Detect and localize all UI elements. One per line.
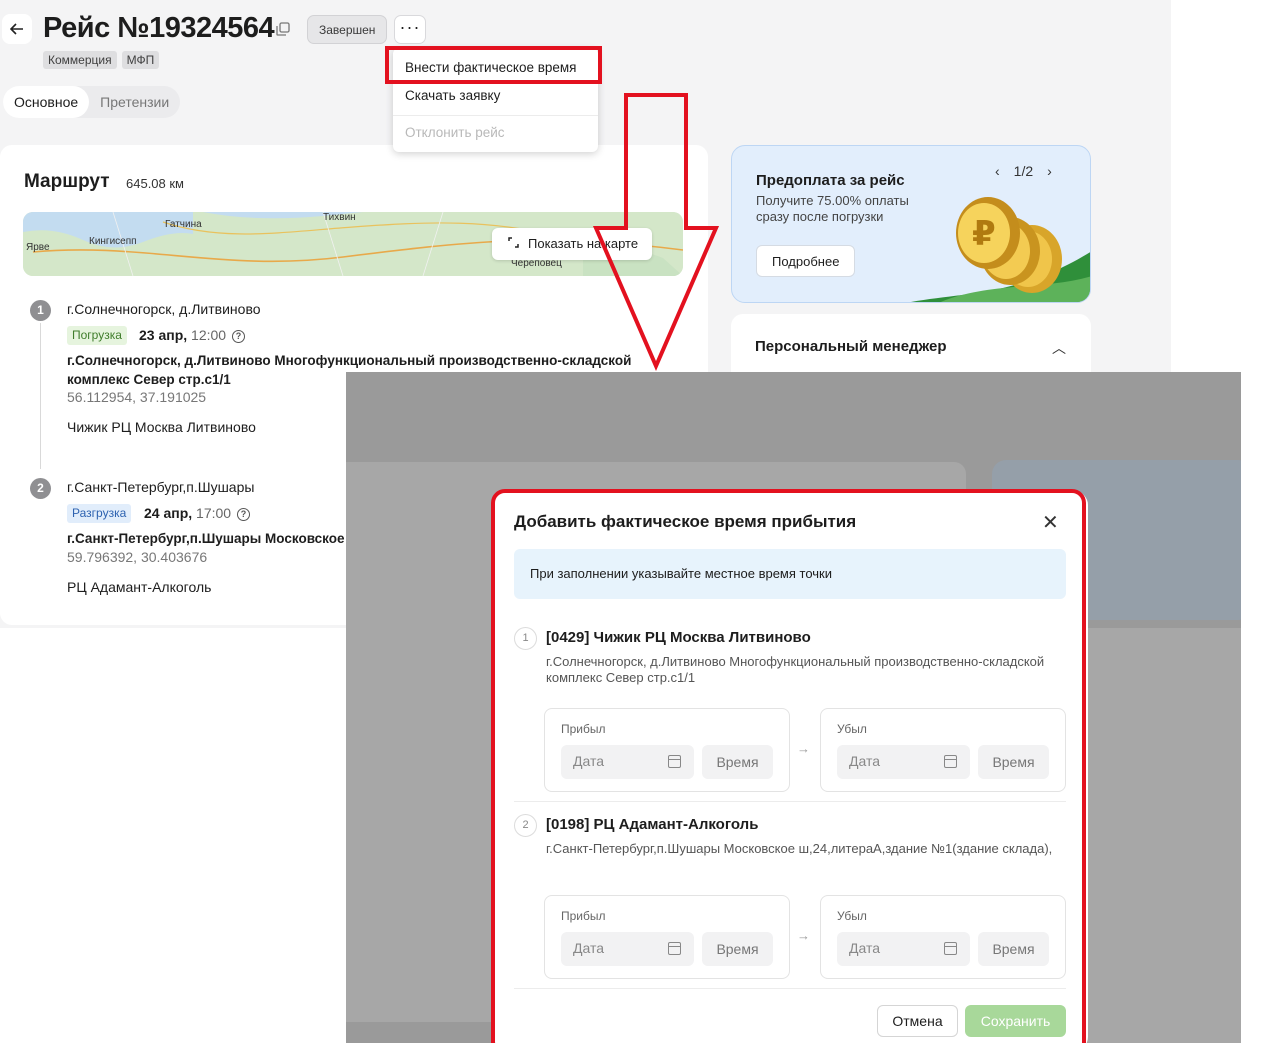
route-map[interactable]: Тихвин Гатчина Кингисепп Ярве Череповец … — [23, 212, 683, 276]
back-button[interactable] — [2, 14, 32, 44]
footer-divider — [514, 988, 1066, 989]
route-title: Маршрут — [24, 171, 110, 192]
calendar-icon — [944, 942, 957, 955]
svg-text:₽: ₽ — [972, 214, 996, 254]
route-point-coords: 56.112954, 37.191025 — [67, 389, 207, 405]
arrived-time-input[interactable]: Время — [702, 932, 773, 966]
route-point-city: г.Санкт-Петербург,п.Шушары — [67, 479, 255, 495]
modal-point-name: [0429] Чижик РЦ Москва Литвиново — [546, 629, 811, 646]
show-on-map-label: Показать на карте — [528, 236, 639, 251]
unloading-badge: Разгрузка — [67, 504, 132, 523]
expand-icon — [508, 237, 519, 248]
menu-item-reject-trip[interactable]: Отклонить рейс — [405, 125, 505, 140]
arrived-time-input[interactable]: Время — [702, 745, 773, 779]
departed-group: Убыл Дата Время — [820, 708, 1066, 792]
departed-label: Убыл — [837, 722, 867, 736]
route-point-number: 1 — [30, 300, 51, 321]
show-on-map-button[interactable]: Показать на карте — [492, 228, 653, 260]
route-point-name: РЦ Адамант-Алкоголь — [67, 579, 212, 595]
arrow-left-icon — [10, 23, 23, 35]
calendar-icon — [668, 755, 681, 768]
arrived-date-input[interactable]: Дата — [561, 745, 694, 779]
actual-time-modal: Добавить фактическое время прибытия ✕ Пр… — [494, 491, 1088, 1043]
route-line — [40, 323, 41, 469]
tab-main[interactable]: Основное — [3, 86, 90, 118]
route-point-date: 23 апр, 12:00 — [139, 327, 226, 343]
departed-time-input[interactable]: Время — [978, 932, 1049, 966]
save-button[interactable]: Сохранить — [965, 1005, 1066, 1037]
departed-time-input[interactable]: Время — [978, 745, 1049, 779]
close-icon[interactable]: ✕ — [1042, 513, 1059, 533]
date-placeholder: Дата — [573, 940, 605, 956]
tag-mfp: МФП — [121, 51, 160, 69]
arrived-date-input[interactable]: Дата — [561, 932, 694, 966]
map-label: Гатчина — [165, 219, 202, 230]
info-banner: При заполнении указывайте местное время … — [514, 549, 1066, 599]
cancel-button[interactable]: Отмена — [877, 1005, 958, 1037]
status-badge: Завершен — [307, 15, 388, 44]
help-icon[interactable]: ? — [232, 330, 245, 343]
modal-point-address: г.Санкт-Петербург,п.Шушары Московское ш,… — [546, 841, 1053, 856]
map-label: Ярве — [26, 242, 50, 253]
arrived-group: Прибыл Дата Время — [544, 708, 790, 792]
route-point-number: 2 — [30, 478, 51, 499]
tag-commerce: Коммерция — [43, 51, 117, 69]
arrow-right-icon: → — [797, 928, 810, 943]
route-distance: 645.08 км — [126, 176, 184, 191]
manager-title: Персональный менеджер — [755, 338, 947, 355]
route-point-city: г.Солнечногорск, д.Литвиново — [67, 301, 261, 317]
date: 23 апр, — [139, 327, 188, 343]
map-label: Кингисепп — [89, 236, 137, 247]
route-point-coords: 59.796392, 30.403676 — [67, 549, 208, 565]
route-point-address: г.Санкт-Петербург,п.Шушары Московское — [67, 531, 345, 546]
departed-group: Убыл Дата Время — [820, 895, 1066, 979]
calendar-icon — [944, 755, 957, 768]
modal-point-number: 1 — [514, 627, 537, 650]
date-placeholder: Дата — [849, 753, 881, 769]
arrow-right-icon: → — [797, 741, 810, 756]
menu-item-download-request[interactable]: Скачать заявку — [405, 88, 500, 103]
chevron-up-icon[interactable]: ︿ — [1052, 338, 1066, 358]
tab-claims[interactable]: Претензии — [89, 86, 180, 118]
modal-point-number: 2 — [514, 814, 537, 837]
tags: Коммерция МФП — [43, 51, 160, 69]
date: 24 апр, — [144, 505, 193, 521]
departed-date-input[interactable]: Дата — [837, 745, 970, 779]
more-button[interactable]: ··· — [394, 15, 426, 44]
route-point-name: Чижик РЦ Москва Литвиново — [67, 419, 256, 435]
promo-pager: ‹ 1/2 › — [995, 163, 1052, 179]
copy-icon[interactable] — [276, 22, 290, 36]
modal-point-name: [0198] РЦ Адамант-Алкоголь — [546, 816, 759, 833]
route-point-date: 24 апр, 17:00 — [144, 505, 231, 521]
more-details-button[interactable]: Подробнее — [756, 245, 856, 277]
coins-illustration: ₽ — [911, 197, 1090, 302]
chevron-right-icon[interactable]: › — [1047, 163, 1052, 179]
page-title: Рейс №19324564 — [43, 12, 275, 44]
calendar-icon — [668, 942, 681, 955]
chevron-left-icon[interactable]: ‹ — [995, 163, 1000, 179]
point-divider — [514, 801, 1066, 802]
arrived-group: Прибыл Дата Время — [544, 895, 790, 979]
arrived-label: Прибыл — [561, 722, 606, 736]
tabs: Основное Претензии — [3, 86, 181, 118]
arrived-label: Прибыл — [561, 909, 606, 923]
time: 17:00 — [196, 505, 232, 521]
departed-label: Убыл — [837, 909, 867, 923]
departed-date-input[interactable]: Дата — [837, 932, 970, 966]
menu-divider — [393, 115, 598, 116]
map-label: Тихвин — [323, 212, 356, 223]
time: 12:00 — [191, 327, 227, 343]
help-icon[interactable]: ? — [237, 508, 250, 521]
date-placeholder: Дата — [573, 753, 605, 769]
menu-item-highlight — [385, 46, 602, 84]
promo-title: Предоплата за рейс — [756, 172, 905, 189]
modal-point-address: г.Солнечногорск, д.Литвиново Многофункци… — [546, 654, 1045, 685]
prepayment-promo-card: Предоплата за рейс Получите 75.00% оплат… — [731, 145, 1091, 303]
modal-title: Добавить фактическое время прибытия — [514, 512, 857, 531]
pager-label: 1/2 — [1013, 163, 1034, 179]
loading-badge: Погрузка — [67, 326, 127, 345]
date-placeholder: Дата — [849, 940, 881, 956]
